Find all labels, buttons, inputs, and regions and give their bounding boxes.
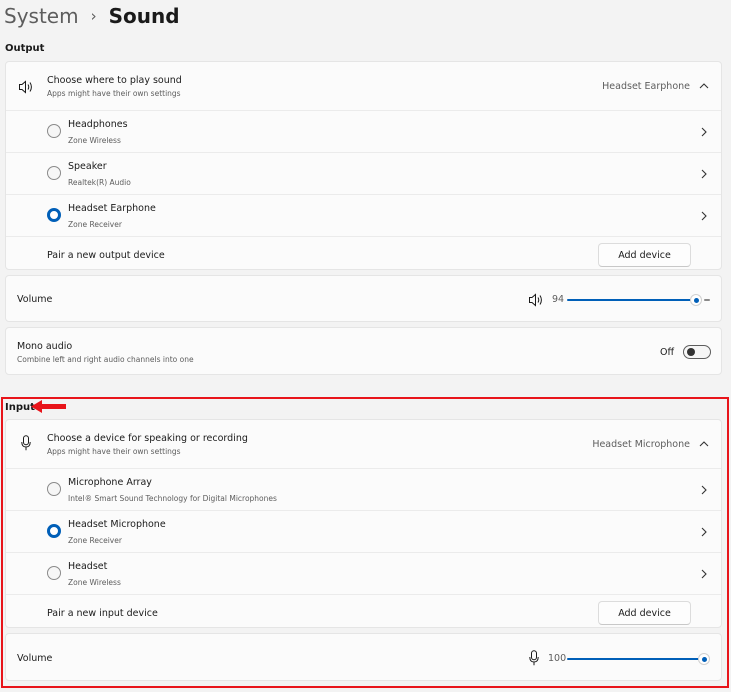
input-device-subtitle: Intel® Smart Sound Technology for Digita… <box>68 494 277 503</box>
microphone-icon <box>21 435 31 451</box>
output-device-subtitle: Realtek(R) Audio <box>68 178 131 187</box>
input-volume-fill <box>567 658 704 660</box>
input-device-row-headset-microphone[interactable]: Headset Microphone Zone Receiver <box>6 510 721 552</box>
input-chooser-row[interactable]: Choose a device for speaking or recordin… <box>6 420 721 468</box>
pair-output-row: Pair a new output device Add device <box>6 236 721 271</box>
radio-headset-microphone[interactable] <box>47 524 61 538</box>
input-device-name: Microphone Array <box>68 477 152 488</box>
output-volume-card: Volume 94 <box>5 275 722 322</box>
input-volume-slider[interactable] <box>567 653 710 665</box>
input-volume-value: 100 <box>548 653 567 664</box>
output-chooser-title: Choose where to play sound <box>47 75 182 86</box>
toggle-knob <box>687 348 695 356</box>
output-device-name: Headset Earphone <box>68 203 156 214</box>
output-volume-thumb[interactable] <box>690 294 703 306</box>
radio-headset-earphone[interactable] <box>47 208 61 222</box>
output-device-name: Speaker <box>68 161 107 172</box>
output-device-row-headphones[interactable]: Headphones Zone Wireless <box>6 110 721 152</box>
output-section-label: Output <box>5 43 45 54</box>
pair-input-row: Pair a new input device Add device <box>6 594 721 629</box>
breadcrumb-separator: › <box>90 7 97 25</box>
output-device-subtitle: Zone Receiver <box>68 220 122 229</box>
speaker-icon <box>19 80 32 94</box>
output-chooser-row[interactable]: Choose where to play sound Apps might ha… <box>6 62 721 110</box>
chevron-right-icon[interactable] <box>701 169 707 179</box>
input-chooser-title: Choose a device for speaking or recordin… <box>47 433 248 444</box>
input-chooser-value: Headset Microphone <box>592 439 690 450</box>
microphone-icon[interactable] <box>529 650 539 666</box>
pair-output-label: Pair a new output device <box>47 250 165 261</box>
output-volume-rest <box>704 299 710 301</box>
output-device-row-headset-earphone[interactable]: Headset Earphone Zone Receiver <box>6 194 721 236</box>
input-device-row-headset[interactable]: Headset Zone Wireless <box>6 552 721 594</box>
output-volume-label: Volume <box>17 294 53 305</box>
output-chooser-value: Headset Earphone <box>602 81 690 92</box>
chevron-up-icon[interactable] <box>699 83 709 89</box>
chevron-up-icon[interactable] <box>699 441 709 447</box>
chevron-right-icon[interactable] <box>701 211 707 221</box>
radio-microphone-array[interactable] <box>47 482 61 496</box>
output-device-row-speaker[interactable]: Speaker Realtek(R) Audio <box>6 152 721 194</box>
add-input-device-button[interactable]: Add device <box>598 601 691 625</box>
output-device-name: Headphones <box>68 119 128 130</box>
mono-audio-toggle[interactable] <box>683 345 711 359</box>
red-arrow-icon <box>31 400 66 413</box>
radio-headphones[interactable] <box>47 124 61 138</box>
mono-audio-subtitle: Combine left and right audio channels in… <box>17 355 194 364</box>
input-volume-thumb[interactable] <box>698 653 710 665</box>
radio-headset[interactable] <box>47 566 61 580</box>
input-device-name: Headset <box>68 561 108 572</box>
output-volume-value: 94 <box>552 294 565 305</box>
add-output-device-button[interactable]: Add device <box>598 243 691 267</box>
breadcrumb-system[interactable]: System <box>4 4 79 28</box>
output-volume-fill <box>567 299 697 301</box>
output-chooser-subtitle: Apps might have their own settings <box>47 89 181 98</box>
input-volume-label: Volume <box>17 653 53 664</box>
mono-audio-state: Off <box>660 347 675 358</box>
output-device-card: Choose where to play sound Apps might ha… <box>5 61 722 270</box>
input-device-card: Choose a device for speaking or recordin… <box>5 419 722 628</box>
chevron-right-icon[interactable] <box>701 485 707 495</box>
output-volume-slider[interactable] <box>567 294 710 306</box>
chevron-right-icon[interactable] <box>701 127 707 137</box>
mono-audio-title: Mono audio <box>17 341 73 352</box>
chevron-right-icon[interactable] <box>701 527 707 537</box>
input-chooser-subtitle: Apps might have their own settings <box>47 447 181 456</box>
mono-audio-card: Mono audio Combine left and right audio … <box>5 327 722 375</box>
input-device-row-microphone-array[interactable]: Microphone Array Intel® Smart Sound Tech… <box>6 468 721 510</box>
pair-input-label: Pair a new input device <box>47 608 158 619</box>
radio-speaker[interactable] <box>47 166 61 180</box>
chevron-right-icon[interactable] <box>701 569 707 579</box>
input-device-subtitle: Zone Wireless <box>68 578 121 587</box>
speaker-icon[interactable] <box>528 293 544 307</box>
breadcrumb: System › Sound <box>4 2 180 30</box>
input-volume-card: Volume 100 <box>5 633 722 681</box>
input-device-subtitle: Zone Receiver <box>68 536 122 545</box>
page-title: Sound <box>108 4 180 28</box>
output-device-subtitle: Zone Wireless <box>68 136 121 145</box>
input-device-name: Headset Microphone <box>68 519 166 530</box>
